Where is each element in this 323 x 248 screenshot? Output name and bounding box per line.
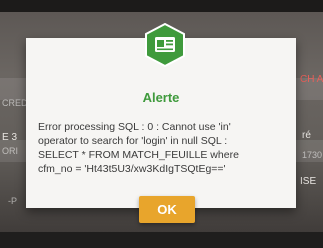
error-message-line: Error processing SQL : 0 : Cannot use 'i…: [38, 121, 231, 133]
background-text: ISE: [300, 176, 317, 187]
background-text: -P: [8, 196, 17, 206]
dialog-title: Alerte: [142, 90, 180, 105]
id-card-icon: [144, 22, 186, 68]
ok-button[interactable]: OK: [139, 196, 195, 223]
device-bezel-bottom: [0, 232, 323, 248]
error-message: Error processing SQL : 0 : Cannot use 'i…: [38, 120, 288, 176]
error-message-line: SELECT * FROM MATCH_FEUILLE where: [38, 149, 239, 161]
error-message-line: operator to search for 'login' in null S…: [38, 135, 228, 147]
error-message-line: cfm_no = 'Ht43t5U3/xw3KdIgTSQtEg==': [38, 163, 226, 175]
background-text: CRED: [2, 98, 28, 108]
background-text: CH A: [300, 74, 323, 85]
background-text: ORI: [2, 146, 19, 156]
background-text: E 3: [2, 132, 18, 143]
background-text: 1730: [302, 150, 323, 160]
background-text: ré: [302, 130, 311, 141]
device-bezel-top: [0, 0, 323, 12]
